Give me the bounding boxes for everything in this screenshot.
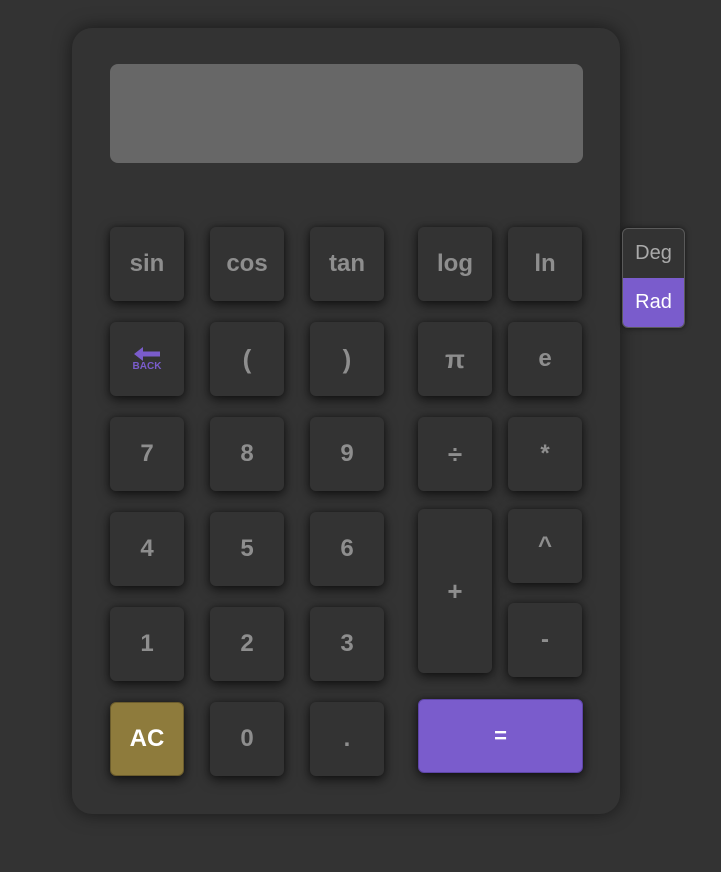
euler-button[interactable]: e xyxy=(508,322,582,396)
power-button[interactable]: ^ xyxy=(508,509,582,583)
tan-button[interactable]: tan xyxy=(310,227,384,301)
sin-button[interactable]: sin xyxy=(110,227,184,301)
back-text: BACK xyxy=(132,360,162,372)
decimal-button[interactable]: . xyxy=(310,702,384,776)
pi-button[interactable]: π xyxy=(418,322,492,396)
seven-button[interactable]: 7 xyxy=(110,417,184,491)
close-paren-button[interactable]: ) xyxy=(310,322,384,396)
one-button[interactable]: 1 xyxy=(110,607,184,681)
six-button[interactable]: 6 xyxy=(310,512,384,586)
equals-button[interactable]: = xyxy=(418,699,583,773)
eight-button[interactable]: 8 xyxy=(210,417,284,491)
plus-button[interactable]: + xyxy=(418,509,492,673)
clear-button[interactable]: AC xyxy=(110,702,184,776)
three-button[interactable]: 3 xyxy=(310,607,384,681)
two-button[interactable]: 2 xyxy=(210,607,284,681)
four-button[interactable]: 4 xyxy=(110,512,184,586)
backspace-label: BACK xyxy=(132,346,162,372)
five-button[interactable]: 5 xyxy=(210,512,284,586)
backspace-button[interactable]: BACK xyxy=(110,322,184,396)
open-paren-button[interactable]: ( xyxy=(210,322,284,396)
ln-button[interactable]: ln xyxy=(508,227,582,301)
rad-option[interactable]: Rad xyxy=(623,278,684,327)
multiply-button[interactable]: * xyxy=(508,417,582,491)
angle-mode-toggle: Deg Rad xyxy=(622,228,685,328)
calculator-display xyxy=(110,64,583,163)
divide-button[interactable]: ÷ xyxy=(418,417,492,491)
minus-button[interactable]: - xyxy=(508,603,582,677)
zero-button[interactable]: 0 xyxy=(210,702,284,776)
log-button[interactable]: log xyxy=(418,227,492,301)
deg-option[interactable]: Deg xyxy=(623,229,684,278)
nine-button[interactable]: 9 xyxy=(310,417,384,491)
back-arrow-icon xyxy=(133,346,160,361)
cos-button[interactable]: cos xyxy=(210,227,284,301)
